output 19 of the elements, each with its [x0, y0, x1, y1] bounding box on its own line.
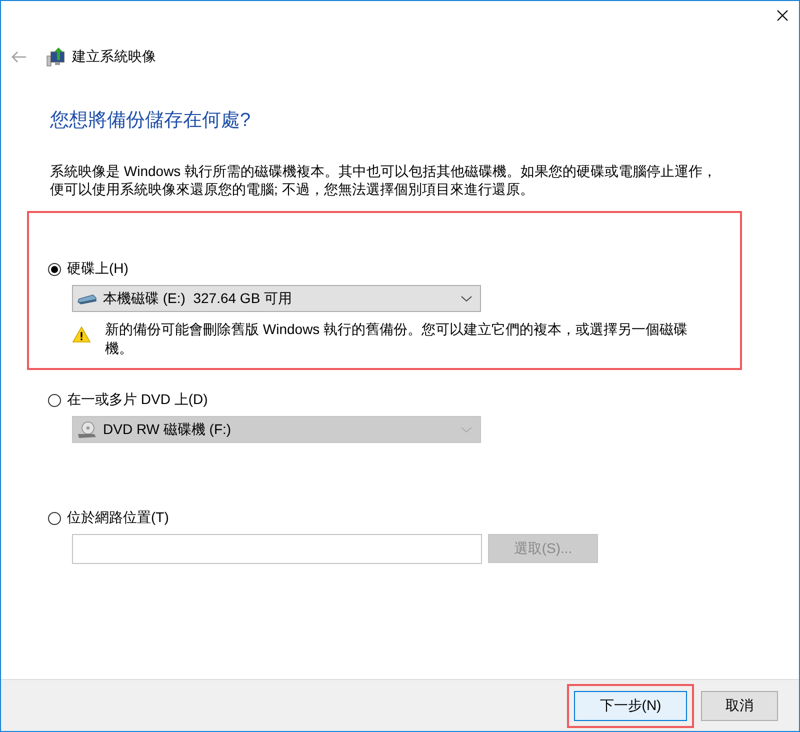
hard-drive-icon — [77, 292, 97, 304]
radio-button[interactable]: 位於網路位置(T) — [48, 508, 169, 528]
window-title: 建立系統映像 — [72, 48, 156, 66]
close-icon — [776, 10, 788, 20]
description-text: 系統映像是 Windows 執行所需的磁碟機複本。其中也可以包括其他磁碟機。如果您的硬碟或電腦停止運作，便可以使用系統映像來還原您的電腦; 不過，您無法選擇個別項目來進行還原。 — [50, 162, 718, 198]
page-heading: 您想將備份儲存在何處? — [50, 109, 252, 133]
warning-icon — [72, 326, 91, 343]
computer-backup-icon — [46, 47, 66, 67]
chevron-down-icon — [461, 296, 472, 302]
drive-dropdown[interactable]: 本機磁碟 (E:) 327.64 GB 可用 — [72, 285, 481, 312]
back-arrow-icon[interactable] — [11, 51, 27, 63]
chevron-down-icon — [461, 426, 472, 432]
disc-drive-icon — [77, 420, 97, 438]
next-button[interactable]: 下一步(N) — [574, 690, 687, 720]
warning-text: 新的備份可能會刪除舊版 Windows 執行的舊備份。您可以建立它們的複本，或選擇另一個磁碟機。 — [105, 320, 689, 358]
cancel-button[interactable]: 取消 — [701, 690, 778, 720]
network-path-field[interactable] — [72, 534, 482, 564]
radio-button[interactable]: 在一或多片 DVD 上(D) — [48, 390, 208, 410]
radio-button[interactable]: 硬碟上(H) — [48, 259, 128, 279]
